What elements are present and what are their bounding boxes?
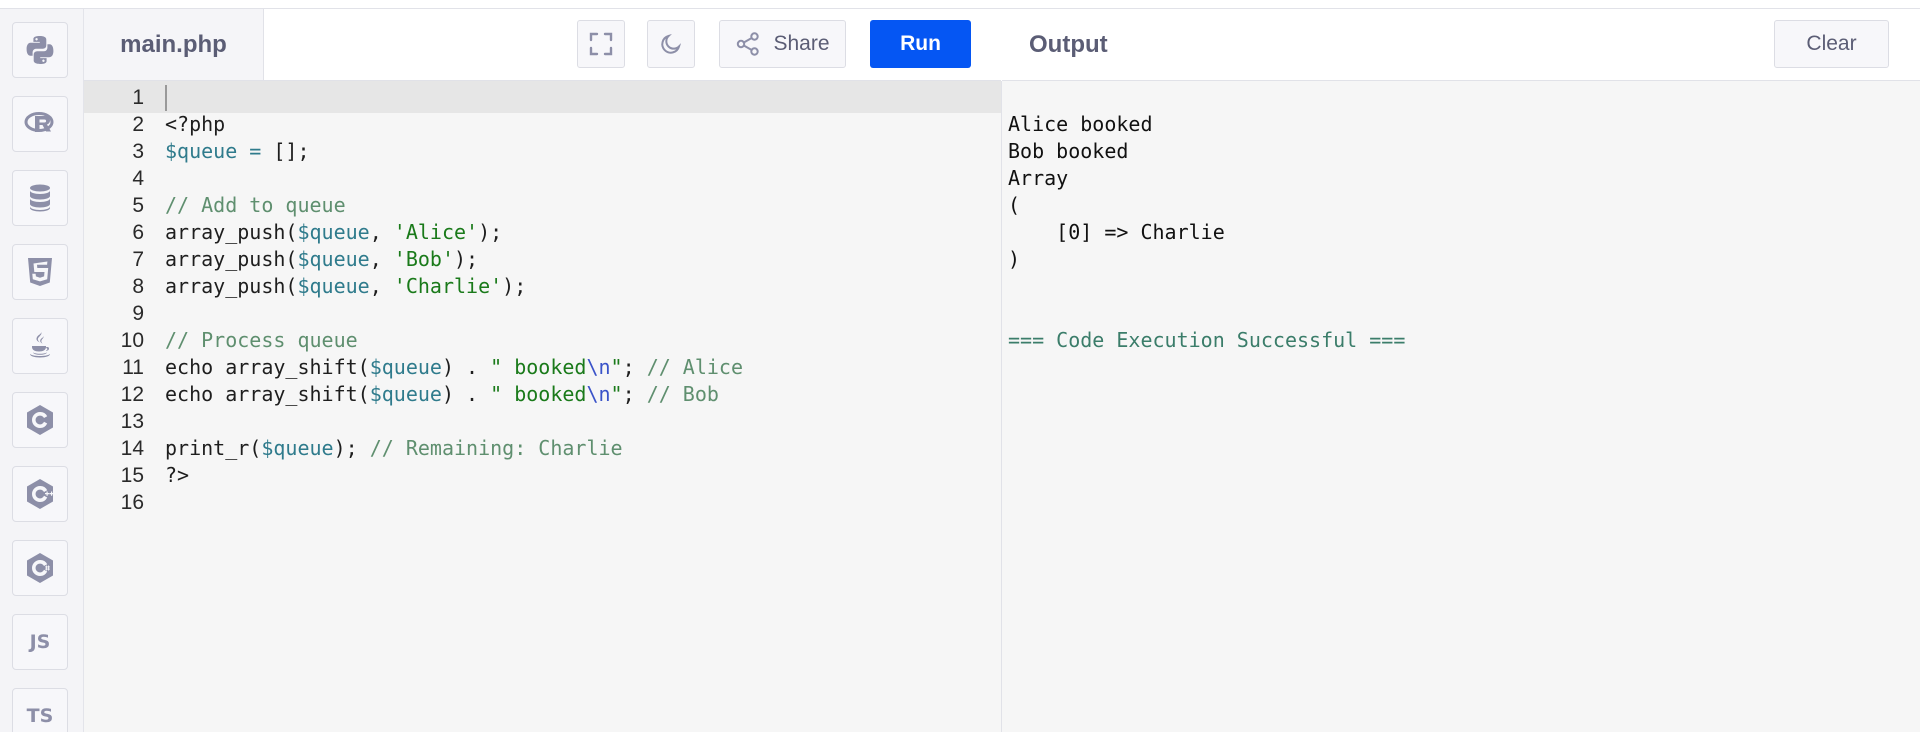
ts-label: TS (26, 705, 54, 727)
editor-toolbar: main.php Share Run (84, 9, 1001, 81)
database-icon[interactable] (12, 170, 68, 226)
output-line: ) (1008, 247, 1021, 271)
theme-toggle-button[interactable] (647, 20, 695, 68)
execution-status: === Code Execution Successful === (1008, 328, 1406, 352)
fullscreen-icon (589, 32, 613, 56)
code-line: $queue = []; (165, 139, 310, 163)
code-line: array_push($queue, 'Charlie'); (165, 274, 527, 298)
language-sidebar: JS TS (0, 9, 84, 732)
moon-icon (661, 33, 682, 54)
js-label: JS (29, 631, 51, 653)
run-button[interactable]: Run (870, 20, 971, 68)
ts-icon[interactable]: TS (12, 688, 68, 732)
html5-icon[interactable] (12, 244, 68, 300)
file-tab[interactable]: main.php (84, 9, 264, 80)
csharp-icon[interactable] (12, 540, 68, 596)
java-icon[interactable] (12, 318, 68, 374)
r-icon[interactable] (12, 96, 68, 152)
output-line: [0] => Charlie (1008, 220, 1225, 244)
clear-label: Clear (1806, 32, 1857, 55)
run-label: Run (900, 32, 941, 55)
js-icon[interactable]: JS (12, 614, 68, 670)
share-icon (737, 32, 760, 56)
output-toolbar: Output Clear (1002, 9, 1920, 81)
code-line: echo array_shift($queue) . " booked\n"; … (165, 382, 719, 406)
share-button[interactable]: Share (719, 20, 846, 68)
cpp-icon[interactable] (12, 466, 68, 522)
clear-button[interactable]: Clear (1774, 20, 1889, 68)
line-number: 16 (120, 491, 144, 514)
python-icon[interactable] (12, 22, 68, 78)
top-border (0, 0, 1920, 9)
code-editor[interactable]: 1 2 3 4 5 6 7 8 9 10 11 12 13 14 15 16 <?php $queue = []… (84, 81, 1002, 732)
share-label: Share (773, 32, 830, 55)
file-name: main.php (120, 30, 227, 58)
code-line: ?> (165, 463, 190, 487)
output-title: Output (1029, 30, 1108, 58)
output-panel: Alice booked Bob booked Array( [0] => Char… (1002, 81, 1920, 732)
fullscreen-button[interactable] (577, 20, 625, 68)
code-line: print_r($queue); // Remaining: Charlie (165, 436, 623, 460)
c-icon[interactable] (12, 392, 68, 448)
